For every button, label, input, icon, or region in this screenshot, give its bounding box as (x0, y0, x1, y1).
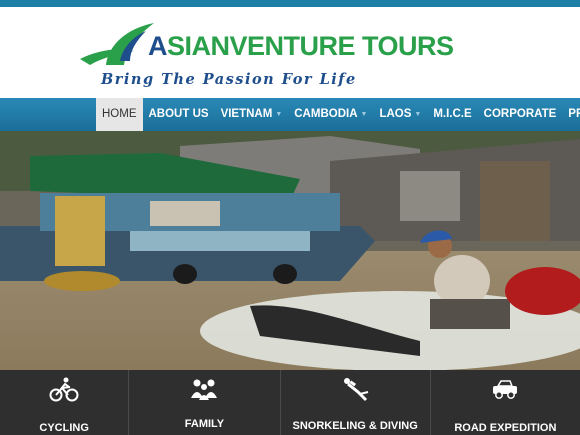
nav-item-label: HOME (102, 108, 137, 120)
feature-label: SNORKELING & DIVING (292, 420, 418, 432)
family-icon (189, 376, 219, 402)
feature-cycling[interactable]: CYCLING (0, 370, 130, 435)
hero-banner-image (0, 131, 580, 370)
nav-item-cambodia[interactable]: CAMBODIA ▼ (288, 98, 373, 131)
site-header: ASIANVENTURE TOURS Bring The Passion For… (0, 7, 580, 98)
nav-item-label: M.I.C.E (433, 108, 472, 120)
features-bar: CYCLING FAMILY SNORKELING & DIVING ROAD EXP… (0, 370, 580, 435)
chevron-down-icon: ▼ (360, 111, 368, 118)
site-logo-text[interactable]: ASIANVENTURE TOURS (148, 33, 454, 60)
nav-item-label: CORPORATE (483, 108, 557, 120)
feature-snorkeling-diving[interactable]: SNORKELING & DIVING (281, 370, 431, 435)
jeep-icon (490, 376, 520, 402)
hero-photo-illustration (0, 131, 580, 370)
nav-item-label: ABOUT US (148, 108, 209, 120)
nav-item-m-i-c-e[interactable]: M.I.C.E (427, 98, 477, 131)
nav-item-label: LAOS (379, 108, 412, 120)
chevron-down-icon: ▼ (414, 111, 422, 118)
nav-list: HOME ABOUT US VIETNAM ▼ CAMBODIA ▼ LAOS ▼ M.I.C.… (96, 98, 580, 131)
nav-item-label: PROMOTION (568, 108, 580, 120)
cyclist-icon (49, 376, 79, 402)
nav-item-about-us[interactable]: ABOUT US (143, 98, 215, 131)
nav-item-corporate[interactable]: CORPORATE (478, 98, 563, 131)
feature-label: ROAD EXPEDITION (454, 422, 557, 434)
top-accent-bar (0, 0, 580, 7)
diver-icon (340, 376, 370, 402)
chevron-down-icon: ▼ (275, 111, 283, 118)
main-navigation: HOME ABOUT US VIETNAM ▼ CAMBODIA ▼ LAOS ▼ M.I.C.… (0, 98, 580, 131)
feature-label: CYCLING (39, 422, 89, 434)
nav-item-laos[interactable]: LAOS ▼ (373, 98, 427, 131)
nav-item-vietnam[interactable]: VIETNAM ▼ (215, 98, 289, 131)
feature-label: FAMILY (184, 418, 225, 430)
site-tagline: Bring The Passion For Life (101, 71, 357, 88)
logo-first-letter: A (148, 31, 168, 61)
nav-item-label: VIETNAM (220, 108, 273, 120)
feature-road-expedition[interactable]: ROAD EXPEDITION (431, 370, 580, 435)
nav-item-promotion[interactable]: PROMOTION (562, 98, 580, 131)
nav-item-home[interactable]: HOME (96, 98, 143, 131)
nav-item-label: CAMBODIA (294, 108, 358, 120)
feature-family[interactable]: FAMILY (129, 370, 281, 435)
logo-rest-text: SIANVENTURE TOURS (167, 31, 454, 61)
